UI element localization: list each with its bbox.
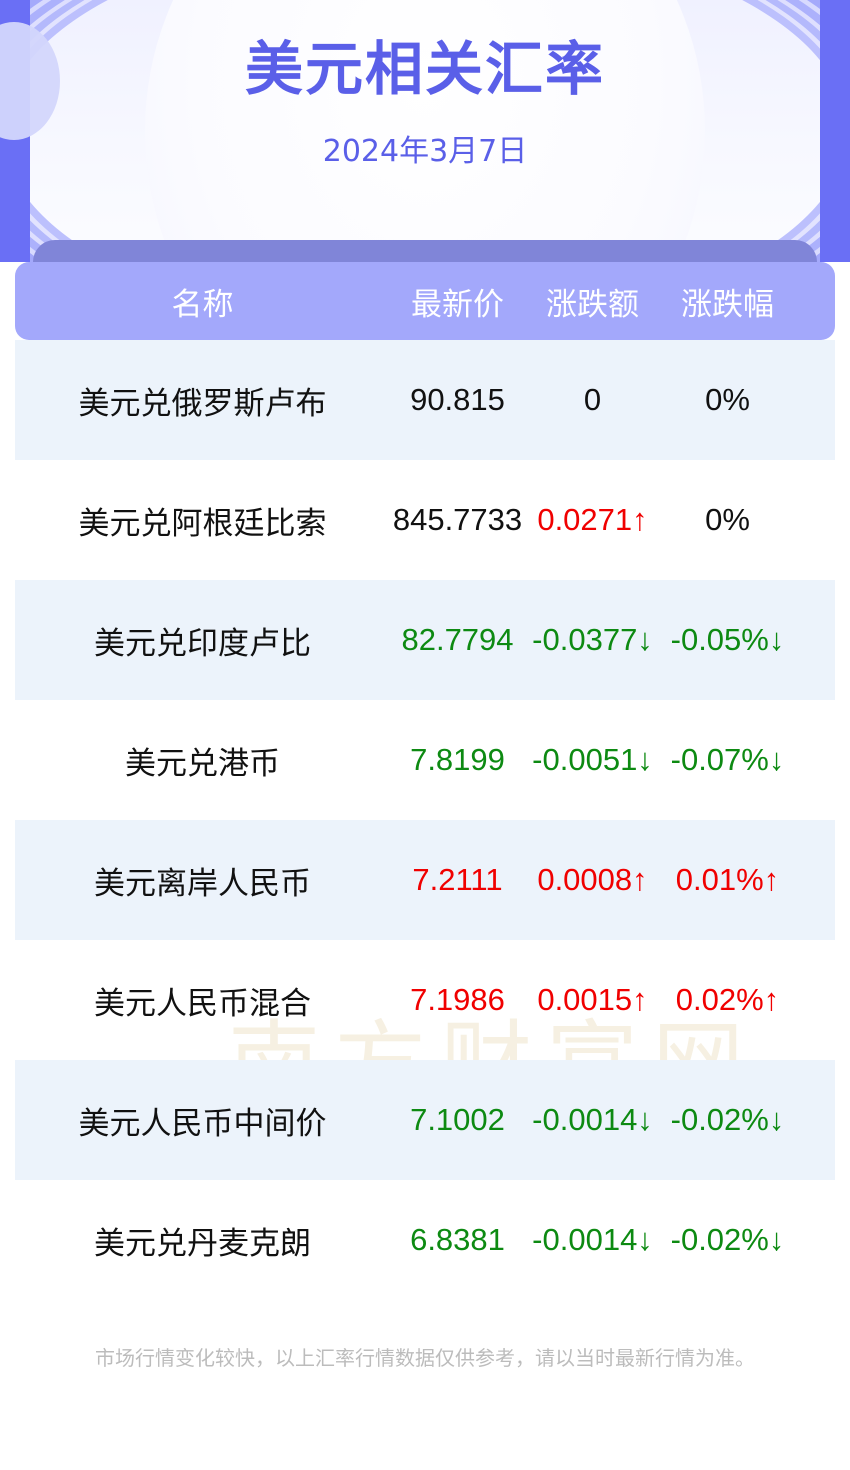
table-row[interactable]: 美元兑印度卢比 82.7794 -0.0377↓ -0.05%↓ [15, 580, 835, 700]
cell-latest-price: 7.2111 [412, 862, 503, 897]
footer: 市场行情变化较快，以上汇率行情数据仅供参考，请以当时最新行情为准。 [0, 1300, 850, 1470]
cell-change-percent: -0.07%↓ [670, 742, 785, 777]
page-title: 美元相关汇率 [244, 35, 605, 103]
cell-latest-price: 7.1002 [410, 1102, 505, 1137]
page-header: 美元相关汇率 2024年3月7日 [0, 0, 850, 262]
cell-latest-price: 7.1986 [410, 982, 505, 1017]
cell-currency-name: 美元人民币混合 [94, 985, 311, 1022]
cell-latest-price: 90.815 [410, 382, 505, 417]
exchange-rate-infographic: 美元相关汇率 2024年3月7日 南方财富网 Southmoney.com 名称… [0, 0, 850, 1470]
cell-change-percent: -0.02%↓ [670, 1102, 785, 1137]
cell-latest-price: 6.8381 [410, 1222, 505, 1257]
cell-change-percent: 0% [705, 502, 750, 537]
table-header-row: 名称 最新价 涨跌额 涨跌幅 [15, 262, 835, 340]
table-row[interactable]: 美元人民币中间价 7.1002 -0.0014↓ -0.02%↓ [15, 1060, 835, 1180]
column-header-price: 最新价 [411, 286, 504, 322]
column-header-name: 名称 [171, 286, 234, 322]
table-row[interactable]: 美元兑丹麦克朗 6.8381 -0.0014↓ -0.02%↓ [15, 1180, 835, 1300]
page-date: 2024年3月7日 [322, 133, 528, 169]
rates-card: 南方财富网 Southmoney.com 名称 最新价 涨跌额 涨跌幅 美元兑俄… [0, 262, 850, 1300]
disclaimer-text: 市场行情变化较快，以上汇率行情数据仅供参考，请以当时最新行情为准。 [95, 1346, 755, 1370]
cell-change-percent: -0.05%↓ [670, 622, 785, 657]
cell-change-amount: -0.0051↓ [532, 742, 653, 777]
column-header-change: 涨跌额 [546, 286, 639, 322]
cell-latest-price: 7.8199 [410, 742, 505, 777]
cell-change-amount: 0.0271↑ [537, 502, 648, 537]
table-row[interactable]: 美元兑俄罗斯卢布 90.815 0 0% [15, 340, 835, 460]
table-row[interactable]: 美元兑阿根廷比索 845.7733 0.0271↑ 0% [15, 460, 835, 580]
cell-currency-name: 美元离岸人民币 [94, 865, 311, 902]
table-card-wrap: 南方财富网 Southmoney.com 名称 最新价 涨跌额 涨跌幅 美元兑俄… [0, 240, 850, 1300]
cell-currency-name: 美元兑印度卢比 [94, 625, 311, 662]
cell-change-percent: 0.02%↑ [675, 982, 780, 1017]
cell-change-amount: 0 [583, 382, 602, 417]
cell-change-amount: -0.0377↓ [532, 622, 653, 657]
table-row[interactable]: 美元兑港币 7.8199 -0.0051↓ -0.07%↓ [15, 700, 835, 820]
cell-change-percent: 0.01%↑ [675, 862, 780, 897]
column-header-percent: 涨跌幅 [681, 286, 774, 322]
table-row[interactable]: 美元人民币混合 7.1986 0.0015↑ 0.02%↑ [15, 940, 835, 1060]
cell-currency-name: 美元兑丹麦克朗 [94, 1225, 311, 1262]
rates-table: 名称 最新价 涨跌额 涨跌幅 美元兑俄罗斯卢布 90.815 0 0% 美元兑阿根廷比索… [0, 262, 850, 1300]
cell-change-amount: 0.0008↑ [537, 862, 648, 897]
cell-currency-name: 美元兑阿根廷比索 [78, 505, 327, 542]
cell-currency-name: 美元兑港币 [125, 745, 280, 782]
table-row[interactable]: 美元离岸人民币 7.2111 0.0008↑ 0.01%↑ [15, 820, 835, 940]
cell-latest-price: 845.7733 [392, 502, 523, 537]
cell-change-percent: 0% [705, 382, 750, 417]
cell-change-amount: -0.0014↓ [532, 1222, 653, 1257]
cell-change-amount: 0.0015↑ [537, 982, 648, 1017]
cell-change-amount: -0.0014↓ [532, 1102, 653, 1137]
cell-currency-name: 美元兑俄罗斯卢布 [78, 385, 327, 422]
cell-latest-price: 82.7794 [401, 622, 514, 657]
table-body: 美元兑俄罗斯卢布 90.815 0 0% 美元兑阿根廷比索 845.7733 0.0271↑… [0, 340, 850, 1300]
cell-currency-name: 美元人民币中间价 [78, 1105, 327, 1142]
cell-change-percent: -0.02%↓ [670, 1222, 785, 1257]
